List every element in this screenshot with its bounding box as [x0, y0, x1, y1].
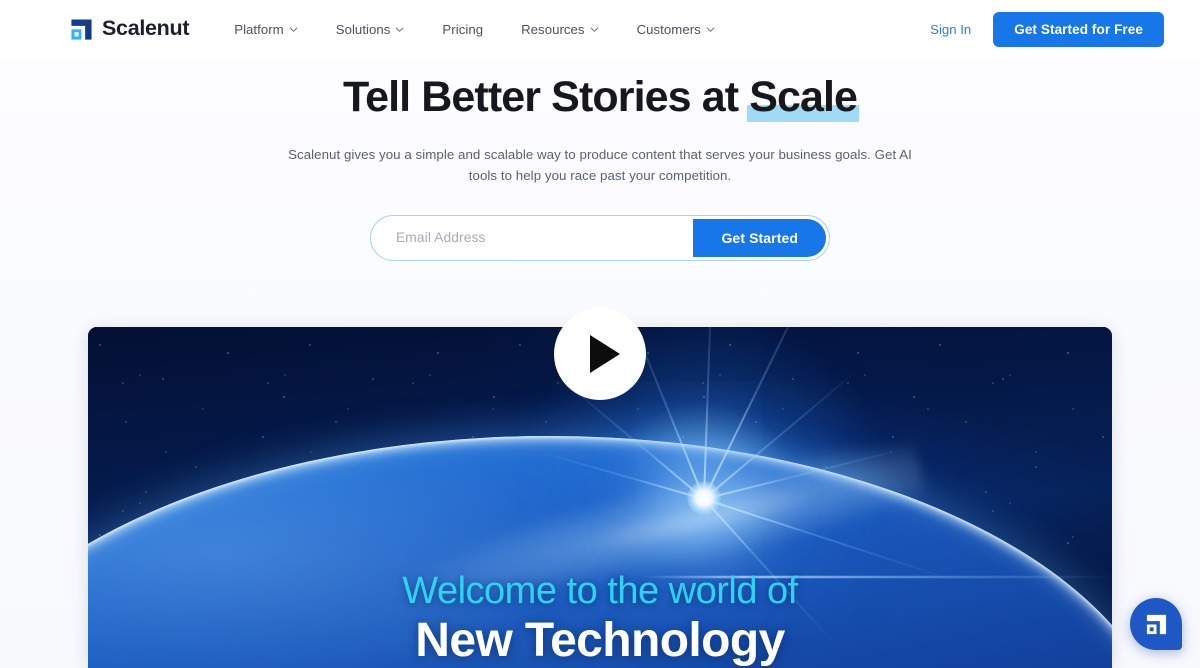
video-caption-line-2: New Technology	[415, 614, 785, 668]
nav-item-customers[interactable]: Customers	[618, 16, 734, 43]
play-button[interactable]	[554, 308, 646, 400]
hero-title-highlight: Scale	[747, 73, 859, 122]
nav-item-label: Solutions	[335, 21, 391, 37]
nav-item-solutions[interactable]: Solutions	[317, 16, 424, 43]
page-title: Tell Better Stories at Scale	[0, 72, 1200, 123]
scalenut-logo-mark-icon	[71, 18, 92, 40]
nav-item-label: Pricing	[442, 21, 484, 37]
chevron-down-icon	[289, 27, 298, 32]
brand-logo[interactable]: Scalenut	[70, 16, 190, 41]
nav-item-platform[interactable]: Platform	[215, 16, 317, 43]
chevron-down-icon	[706, 27, 715, 32]
get-started-button[interactable]: Get Started	[693, 218, 826, 257]
sign-in-link[interactable]: Sign In	[930, 22, 971, 37]
nav-item-label: Resources	[521, 21, 585, 37]
sun-glow	[687, 480, 722, 515]
brand-name: Scalenut	[102, 16, 190, 41]
site-header: Scalenut Platform Solutions Pricing Reso…	[0, 0, 1200, 58]
chevron-down-icon	[396, 27, 404, 32]
header-actions: Sign In Get Started for Free	[930, 11, 1164, 47]
play-icon	[589, 335, 620, 373]
scalenut-chat-icon	[1146, 614, 1166, 634]
nav-item-label: Customers	[636, 21, 701, 37]
nav-item-pricing[interactable]: Pricing	[423, 16, 502, 43]
hero-subtitle: Scalenut gives you a simple and scalable…	[288, 146, 912, 184]
chat-widget-button[interactable]	[1130, 598, 1182, 650]
video-caption-block: Welcome to the world of New Technology	[88, 571, 1112, 668]
main-navigation: Platform Solutions Pricing Resources Cus…	[215, 16, 734, 43]
chevron-down-icon	[590, 27, 598, 32]
landing-page: Scalenut Platform Solutions Pricing Reso…	[0, 0, 1200, 668]
nav-item-label: Platform	[234, 21, 284, 37]
email-signup-form: Get Started	[370, 214, 830, 261]
video-caption-line-1: Welcome to the world of	[402, 570, 798, 613]
email-input[interactable]	[374, 218, 694, 257]
nav-item-resources[interactable]: Resources	[502, 16, 617, 43]
hero-title-plain: Tell Better Stories at	[342, 73, 750, 121]
get-started-for-free-button[interactable]: Get Started for Free	[993, 11, 1164, 47]
